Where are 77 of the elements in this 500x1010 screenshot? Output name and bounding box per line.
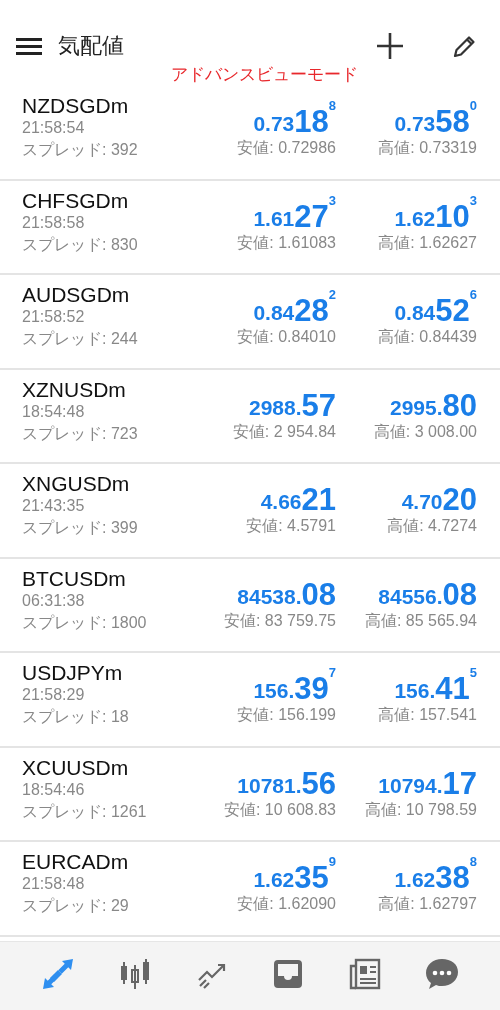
view-mode-label: アドバンスビューモード xyxy=(169,64,359,86)
quote-time: 18:54:48 xyxy=(22,402,86,421)
bid-price: 0.7318$^{8}$ xyxy=(253,97,336,137)
high-price: 高値: 1.62627 xyxy=(378,232,477,253)
spread-text: スプレッド: 244 xyxy=(22,329,139,349)
menu-icon[interactable] xyxy=(16,37,42,55)
chat-icon[interactable] xyxy=(423,956,460,992)
high-price: 高値: 0.84439 xyxy=(378,327,477,347)
high-price: 高値: 1.62797 xyxy=(378,894,477,914)
ask-price: 84556.08 xyxy=(378,575,477,610)
bid-price: 156.39$^{7}$ xyxy=(253,664,336,704)
low-price: 安値: 2 954.84 xyxy=(232,421,336,442)
quote-row[interactable]: BTCUSDm 06:31:38 スプレッド: 1800 84538.08 安値: 83 759.75 84556.08 高値: 85 565.94 xyxy=(0,558,500,653)
low-price: 安値: 0.84010 xyxy=(237,327,336,347)
bid-price: 1.6127$^{3}$ xyxy=(253,191,336,232)
quote-time: 21:58:48 xyxy=(22,875,86,893)
spread-text: スプレッド: 723 xyxy=(22,423,139,444)
ask-price: 1.6210$^{3}$ xyxy=(394,191,477,232)
low-price: 安値: 0.72986 xyxy=(237,138,336,158)
spread-text: スプレッド: 392 xyxy=(22,140,139,160)
quote-time: 21:58:54 xyxy=(22,119,86,137)
bid-price: 1.6235$^{9}$ xyxy=(253,853,336,893)
quote-row[interactable]: EURCADm 21:58:48 スプレッド: 29 1.6235$^{9}$ 安値: 1.62090 1.6238$^{8}$ 高値: 1.62797 xyxy=(0,842,500,937)
bid-price: 84538.08 xyxy=(237,575,336,610)
low-price: 安値: 1.62090 xyxy=(237,894,336,914)
high-price: 高値: 3 008.00 xyxy=(373,421,477,442)
ask-price: 0.8452$^{6}$ xyxy=(394,286,477,326)
ask-price: 156.41$^{5}$ xyxy=(394,664,477,704)
ask-price: 10794.17 xyxy=(378,764,477,799)
low-price: 安値: 156.199 xyxy=(237,705,336,725)
symbol-name: XCUUSDm xyxy=(22,754,130,781)
quote-time: 21:43:35 xyxy=(22,497,86,515)
high-price: 高値: 4.7274 xyxy=(387,516,477,536)
quote-row[interactable]: AUDSGDm 21:58:52 スプレッド: 244 0.8428$^{2}$ 安値: 0.84010 0.8452$^{6}$ 高値: 0.84439 xyxy=(0,275,500,370)
quote-row[interactable]: XCUUSDm 18:54:46 スプレッド: 1261 10781.56 安値: 10 608.83 10794.17 高値: 10 798.59 xyxy=(0,747,500,842)
symbol-name: EURCADm xyxy=(22,849,130,875)
symbol-name: XZNUSDm xyxy=(22,376,127,403)
bid-price: 2988.57 xyxy=(248,386,336,421)
quote-time: 18:54:46 xyxy=(22,780,86,799)
symbol-name: USDJPYm xyxy=(22,660,124,686)
spread-text: スプレッド: 1261 xyxy=(22,801,148,822)
symbol-name: XNGUSDm xyxy=(22,471,131,497)
quote-time: 21:58:58 xyxy=(22,213,86,232)
quote-row[interactable]: USDJPYm 21:58:29 スプレッド: 18 156.39$^{7}$ 安値: 156.199 156.41$^{5}$ 高値: 157.541 xyxy=(0,653,500,748)
quote-time: 06:31:38 xyxy=(22,591,86,610)
quote-row[interactable]: XNGUSDm 21:43:35 スプレッド: 399 4.6621 安値: 4.5791 4.7020 高値: 4.7274 xyxy=(0,464,500,559)
symbol-name: AUDSGDm xyxy=(22,282,131,308)
high-price: 高値: 10 798.59 xyxy=(364,799,477,820)
bid-price: 0.8428$^{2}$ xyxy=(253,286,336,326)
quote-row[interactable]: XZNUSDm 18:54:48 スプレッド: 723 2988.57 安値: 2 954.84 2995.80 高値: 3 008.00 xyxy=(0,369,500,464)
spread-text: スプレッド: 1800 xyxy=(22,612,148,633)
ask-price: 2995.80 xyxy=(389,386,477,421)
low-price: 安値: 4.5791 xyxy=(246,516,336,536)
spread-text: スプレッド: 830 xyxy=(22,234,139,255)
spread-text: スプレッド: 18 xyxy=(22,707,130,727)
bid-price: 10781.56 xyxy=(237,764,336,799)
ask-price: 0.7358$^{0}$ xyxy=(394,97,477,137)
symbol-name: CHFSGDm xyxy=(22,187,130,214)
high-price: 高値: 157.541 xyxy=(378,705,477,725)
quote-row[interactable]: CHFSGDm 21:58:58 スプレッド: 830 1.6127$^{3}$ 安値: 1.61083 1.6210$^{3}$ 高値: 1.62627 xyxy=(0,180,500,275)
symbol-name: NZDSGDm xyxy=(22,93,130,119)
spread-text: スプレッド: 29 xyxy=(22,896,130,916)
low-price: 安値: 83 759.75 xyxy=(223,610,336,631)
ask-price: 1.6238$^{8}$ xyxy=(394,853,477,893)
low-price: 安値: 10 608.83 xyxy=(223,799,336,820)
quote-row[interactable]: NZDSGDm 21:58:54 スプレッド: 392 0.7318$^{8}$ 安値: 0.72986 0.7358$^{0}$ 高値: 0.73319 xyxy=(0,86,500,181)
quote-time: 21:58:52 xyxy=(22,308,86,326)
high-price: 高値: 0.73319 xyxy=(378,138,477,158)
spread-text: スプレッド: 399 xyxy=(22,518,139,538)
symbol-name: BTCUSDm xyxy=(22,565,127,592)
high-price: 高値: 85 565.94 xyxy=(364,610,477,631)
low-price: 安値: 1.61083 xyxy=(237,232,336,253)
quote-time: 21:58:29 xyxy=(22,686,86,704)
bid-price: 4.6621 xyxy=(260,481,336,515)
screen-title: 気配値 xyxy=(58,32,124,60)
add-icon[interactable] xyxy=(376,32,404,60)
ask-price: 4.7020 xyxy=(401,481,477,515)
